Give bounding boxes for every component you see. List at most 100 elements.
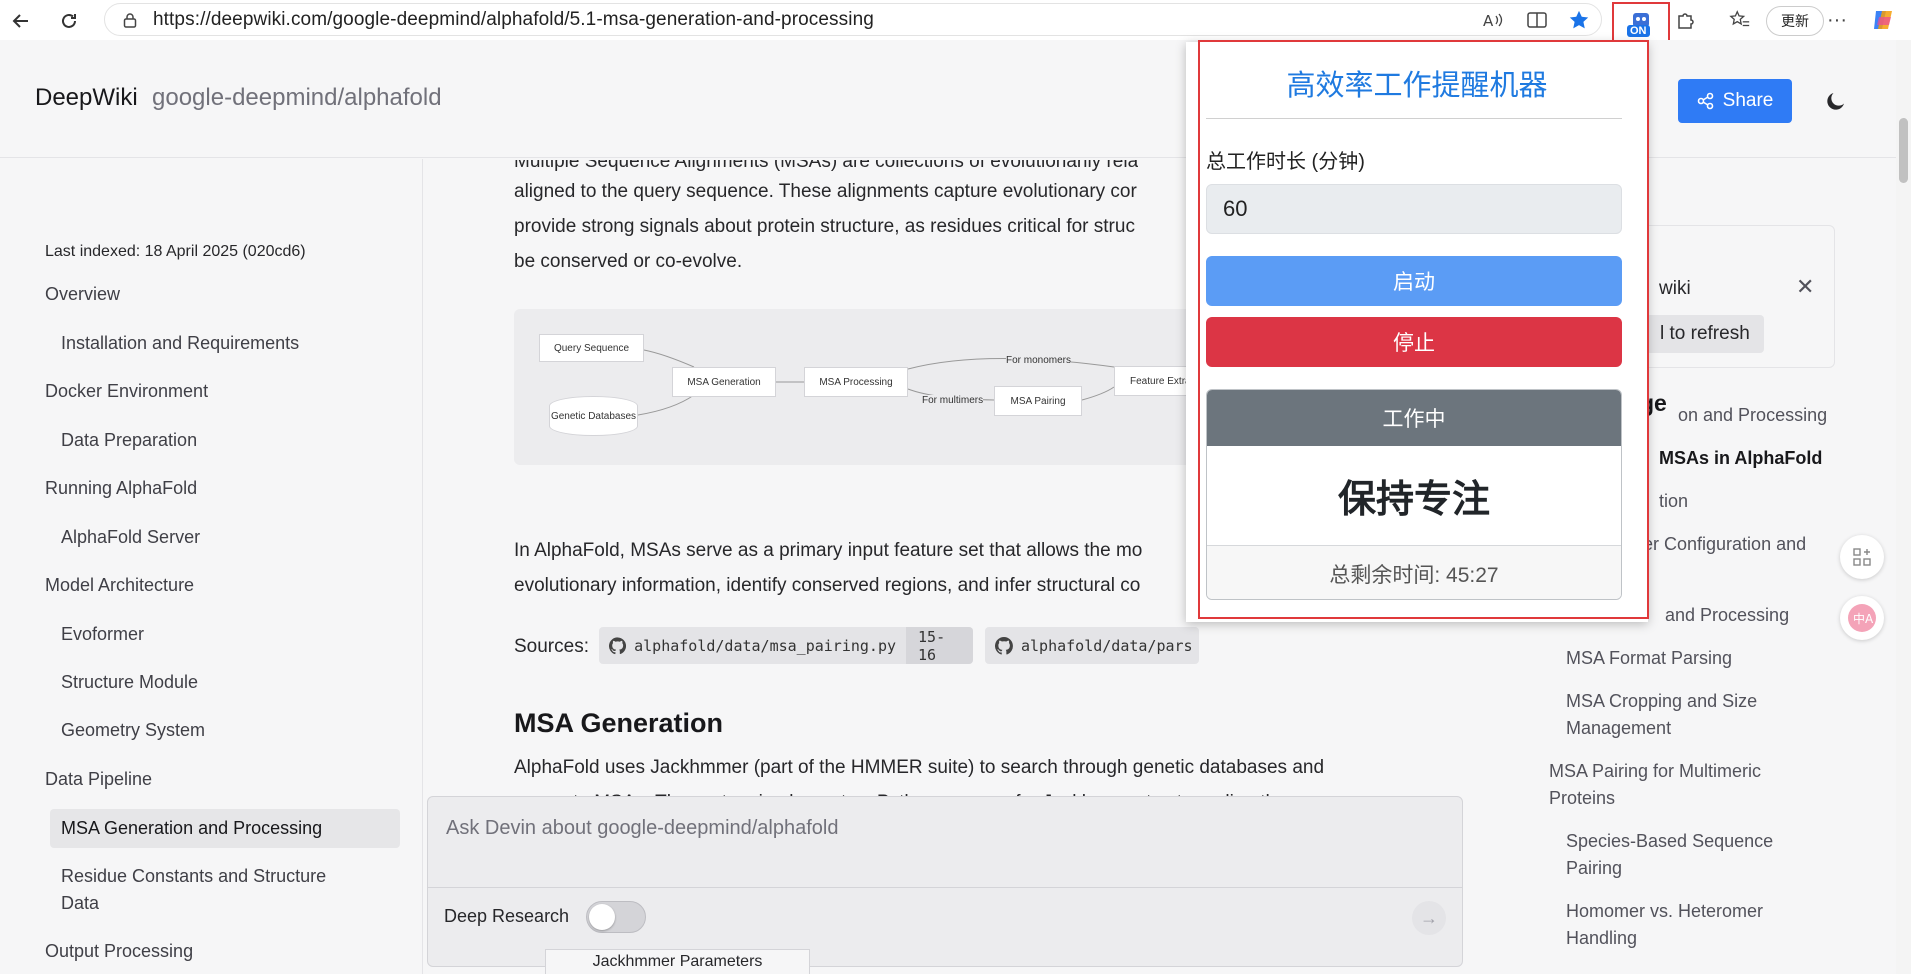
toc-item[interactable]: and Processing: [1665, 602, 1789, 629]
source-lines: 15-16: [906, 627, 973, 664]
site-info-icon[interactable]: [119, 9, 141, 31]
scrollbar-thumb[interactable]: [1899, 118, 1908, 183]
node-msa-processing: MSA Processing: [804, 367, 908, 397]
deep-research-label: Deep Research: [444, 906, 570, 926]
source-file: alphafold/data/pars: [1021, 636, 1193, 655]
status-card: 工作中 保持专注 总剩余时间: 45:27: [1206, 389, 1622, 600]
sidebar-item-docker[interactable]: Docker Environment: [45, 378, 208, 405]
extensions-puzzle-icon[interactable]: [1671, 5, 1701, 35]
deep-research-toggle[interactable]: [586, 901, 646, 933]
sidebar-item-model-architecture[interactable]: Model Architecture: [45, 572, 194, 599]
reload-icon[interactable]: [54, 6, 84, 36]
extension-button-active[interactable]: ON: [1612, 2, 1670, 44]
toc-item[interactable]: on and Processing: [1678, 402, 1827, 429]
share-label: Share: [1722, 90, 1774, 111]
para3-line-1: AlphaFold uses Jackhmmer (part of the HM…: [514, 757, 1325, 778]
svg-text:中A: 中A: [1853, 611, 1874, 626]
ask-devin-input[interactable]: Ask Devin about google-deepmind/alphafol…: [446, 817, 839, 840]
toc-item[interactable]: tion: [1659, 488, 1688, 515]
close-icon[interactable]: ✕: [1796, 274, 1814, 300]
read-aloud-icon[interactable]: A: [1478, 5, 1508, 35]
node-msa-generation: MSA Generation: [672, 367, 776, 397]
sidebar-item-msa-generation-active[interactable]: MSA Generation and Processing: [50, 809, 400, 848]
stop-button[interactable]: 停止: [1206, 317, 1622, 367]
popup-title: 高效率工作提醒机器: [1286, 70, 1548, 102]
node-query-sequence: Query Sequence: [539, 334, 644, 362]
left-sidebar-nav: Last indexed: 18 April 2025 (020cd6) Ove…: [0, 159, 423, 974]
sidebar-item-data-pipeline[interactable]: Data Pipeline: [45, 766, 152, 793]
more-menu-icon[interactable]: ···: [1822, 5, 1852, 35]
translate-icon[interactable]: 中A: [1840, 596, 1884, 640]
favorites-list-icon[interactable]: [1725, 5, 1755, 35]
sidebar-item-residue-constants[interactable]: Residue Constants and Structure: [61, 863, 326, 890]
extension-on-badge: ON: [1627, 25, 1650, 37]
share-icon: [1697, 92, 1713, 110]
intro-line-4: be conserved or co-evolve.: [514, 251, 743, 272]
refresh-button[interactable]: l to refresh: [1646, 315, 1764, 353]
toc-item-active[interactable]: MSAs in AlphaFold: [1659, 445, 1822, 472]
toc-item-homomer-heteromer-line2[interactable]: Handling: [1566, 925, 1637, 952]
sidebar-item-geometry-system[interactable]: Geometry System: [61, 717, 205, 744]
extension-robot-icon: ON: [1626, 9, 1656, 37]
copilot-icon[interactable]: [1868, 5, 1898, 35]
toc-item-msa-pairing-line2[interactable]: Proteins: [1549, 785, 1615, 812]
remaining-time: 总剩余时间: 45:27: [1207, 546, 1621, 599]
address-bar[interactable]: https://deepwiki.com/google-deepmind/alp…: [104, 3, 1602, 36]
node-msa-pairing: MSA Pairing: [994, 386, 1082, 416]
card-wiki-text: wiki: [1659, 278, 1691, 299]
apps-grid-icon[interactable]: [1840, 535, 1884, 579]
section-heading-msa-generation: MSA Generation: [514, 708, 724, 738]
sources-label: Sources:: [514, 636, 589, 657]
browser-toolbar: https://deepwiki.com/google-deepmind/alp…: [0, 0, 1911, 44]
immersive-reader-icon[interactable]: [1522, 5, 1552, 35]
brand-logo-text[interactable]: DeepWiki: [35, 84, 138, 112]
toc-item-species-pairing[interactable]: Species-Based Sequence: [1566, 828, 1773, 855]
toc-item-species-pairing-line2[interactable]: Pairing: [1566, 855, 1622, 882]
toc-item-msa-cropping[interactable]: MSA Cropping and Size: [1566, 688, 1757, 715]
para2-line-1: In AlphaFold, MSAs serve as a primary in…: [514, 540, 1143, 561]
ask-divider: [428, 887, 1462, 888]
sidebar-item-data-preparation[interactable]: Data Preparation: [61, 427, 197, 454]
intro-line-2: aligned to the query sequence. These ali…: [514, 181, 1137, 202]
start-button[interactable]: 启动: [1206, 256, 1622, 306]
share-button[interactable]: Share: [1678, 79, 1792, 123]
favorite-star-icon[interactable]: [1564, 5, 1594, 35]
send-arrow-icon[interactable]: →: [1412, 901, 1446, 935]
duration-input[interactable]: 60: [1206, 184, 1622, 234]
github-icon: [609, 636, 626, 654]
source-link-parsers[interactable]: alphafold/data/pars: [985, 627, 1199, 664]
sidebar-item-residue-constants-line2[interactable]: Data: [61, 890, 99, 917]
sidebar-item-output-processing[interactable]: Output Processing: [45, 938, 193, 965]
work-reminder-popup: 高效率工作提醒机器 总工作时长 (分钟) 60 启动 停止 工作中 保持专注 总…: [1186, 42, 1648, 622]
update-button[interactable]: 更新: [1766, 6, 1824, 36]
toc-item-msa-pairing[interactable]: MSA Pairing for Multimeric: [1549, 758, 1761, 785]
ask-devin-panel: Ask Devin about google-deepmind/alphafol…: [427, 796, 1463, 967]
url-text: https://deepwiki.com/google-deepmind/alp…: [153, 8, 874, 30]
last-indexed-text: Last indexed: 18 April 2025 (020cd6): [45, 243, 306, 260]
sidebar-item-installation[interactable]: Installation and Requirements: [61, 330, 299, 357]
toc-item-msa-format-parsing[interactable]: MSA Format Parsing: [1566, 645, 1732, 672]
toc-item-msa-cropping-line2[interactable]: Management: [1566, 715, 1671, 742]
toc-item[interactable]: er Configuration and: [1643, 531, 1806, 558]
edge-label-monomers: For monomers: [1006, 355, 1072, 366]
repo-name[interactable]: google-deepmind/alphafold: [152, 84, 442, 112]
toc-item-homomer-heteromer[interactable]: Homomer vs. Heteromer: [1566, 898, 1763, 925]
page-scrollbar[interactable]: [1896, 40, 1911, 974]
source-file: alphafold/data/msa_pairing.py: [634, 636, 897, 655]
sidebar-item-alphafold-server[interactable]: AlphaFold Server: [61, 524, 200, 551]
node-genetic-databases: Genetic Databases: [549, 396, 638, 436]
dark-mode-moon-icon[interactable]: [1820, 85, 1852, 117]
back-arrow-icon[interactable]: [6, 6, 36, 36]
intro-line-3: provide strong signals about protein str…: [514, 216, 1135, 237]
status-header: 工作中: [1207, 390, 1621, 446]
edge-label-multimers: For multimers: [922, 395, 984, 406]
popup-divider: [1206, 118, 1622, 119]
source-link-msa-pairing[interactable]: alphafold/data/msa_pairing.py 15-16: [599, 627, 973, 664]
jackhmmer-parameters-tab[interactable]: Jackhmmer Parameters: [545, 949, 810, 974]
para2-line-2: evolutionary information, identify conse…: [514, 575, 1141, 596]
sidebar-item-structure-module[interactable]: Structure Module: [61, 669, 198, 696]
sidebar-item-overview[interactable]: Overview: [45, 281, 120, 308]
sidebar-item-running-alphafold[interactable]: Running AlphaFold: [45, 475, 197, 502]
sidebar-item-evoformer[interactable]: Evoformer: [61, 621, 144, 648]
svg-text:A: A: [1483, 12, 1494, 30]
